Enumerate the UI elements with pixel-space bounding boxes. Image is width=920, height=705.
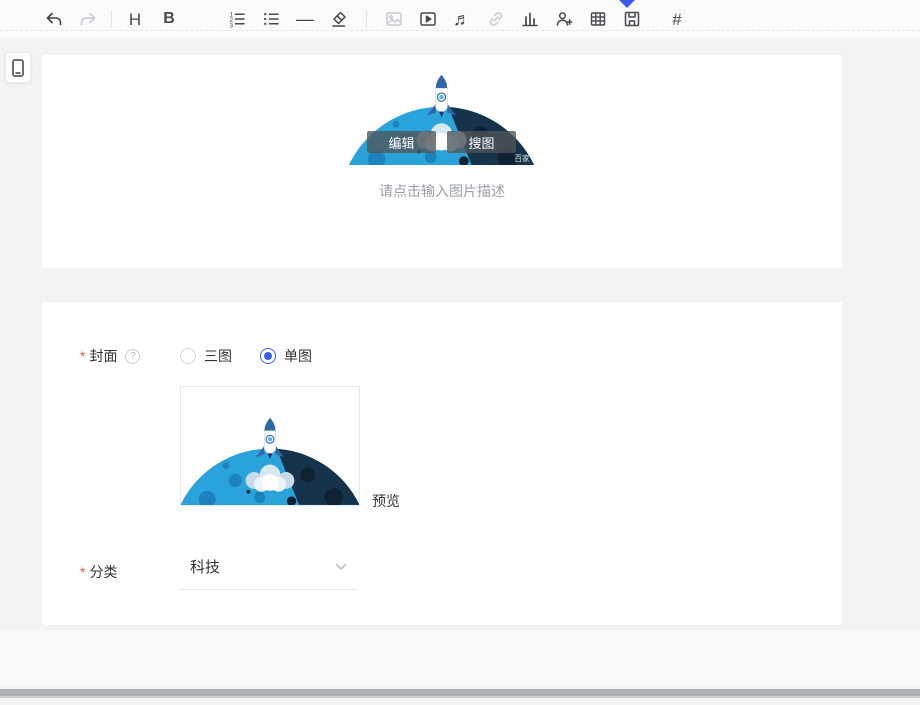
- eraser-icon: [332, 11, 346, 27]
- insert-image-button[interactable]: [377, 2, 411, 36]
- music-icon: ♬: [453, 9, 471, 29]
- insert-chart-button[interactable]: [513, 2, 547, 36]
- cover-label-text: 封面: [89, 348, 118, 364]
- insert-table-button[interactable]: [581, 2, 615, 36]
- cover-type-radios: 三图 单图: [180, 346, 312, 366]
- image-watermark: 百家: [514, 153, 530, 163]
- chevron-down-icon: [335, 563, 347, 570]
- radio-single-image[interactable]: 单图: [260, 346, 312, 366]
- category-selected-value: 科技: [190, 559, 221, 576]
- required-asterisk: *: [80, 348, 86, 364]
- mention-user-icon: [556, 12, 573, 26]
- mobile-phone-icon: [12, 58, 24, 77]
- image-search-button[interactable]: 搜图: [447, 131, 516, 153]
- category-field-label: * 分类: [80, 562, 117, 582]
- horizontal-rule-button[interactable]: —: [288, 2, 322, 36]
- heading-button[interactable]: H: [118, 2, 152, 36]
- image-caption-placeholder[interactable]: 请点击输入图片描述: [42, 181, 842, 201]
- cover-preview-link[interactable]: 预览: [372, 491, 400, 511]
- chart-icon: [522, 12, 538, 27]
- radio-three-images[interactable]: 三图: [180, 346, 232, 366]
- video-icon: [420, 12, 436, 26]
- unordered-list-icon: [264, 13, 279, 25]
- rocket-illustration-thumb: [181, 411, 359, 505]
- cover-field-label: * 封面 ?: [80, 346, 141, 366]
- radio-circle-icon: [260, 348, 276, 364]
- toolbar-separator: [111, 10, 112, 28]
- toolbar-separator: [366, 10, 367, 28]
- insert-link-button[interactable]: [479, 2, 513, 36]
- eraser-button[interactable]: [322, 2, 356, 36]
- category-select[interactable]: 科技: [180, 550, 357, 590]
- publish-footer-bar: 回到顶部 字数 460 今天您还能发5篇内容 发 布 定时发布 存草稿 预 览: [0, 630, 920, 687]
- image-actions: 编辑 搜图: [347, 131, 536, 153]
- image-edit-button[interactable]: 编辑: [367, 131, 436, 153]
- hashtag-icon: #: [672, 9, 682, 29]
- radio-label: 单图: [284, 348, 312, 364]
- cover-thumbnail[interactable]: [180, 386, 360, 506]
- publish-settings-card: * 封面 ? 三图 单图 预览 * 分类 科技: [42, 302, 842, 625]
- category-label-text: 分类: [89, 564, 118, 580]
- mobile-preview-button[interactable]: [5, 52, 31, 83]
- editor-card: 百家 编辑 搜图 请点击输入图片描述: [42, 55, 842, 268]
- question-mark-icon[interactable]: ?: [125, 348, 141, 364]
- editor-toolbar: H B “ 123 — ♬ #: [0, 0, 920, 38]
- blockquote-button[interactable]: “: [186, 2, 220, 36]
- bold-button[interactable]: B: [152, 2, 186, 36]
- ordered-list-icon: 123: [230, 12, 245, 29]
- svg-text:3: 3: [230, 24, 234, 29]
- undo-button[interactable]: [37, 2, 71, 36]
- blockquote-icon: “: [195, 12, 210, 26]
- heading-icon: H: [128, 9, 142, 29]
- hashtag-topic-button[interactable]: #: [660, 2, 694, 36]
- window-bottom-edge: [0, 689, 920, 698]
- horizontal-rule-icon: —: [296, 9, 314, 29]
- unordered-list-button[interactable]: [254, 2, 288, 36]
- mention-user-button[interactable]: [547, 2, 581, 36]
- insert-video-button[interactable]: [411, 2, 445, 36]
- link-icon: [489, 12, 503, 26]
- insert-music-button[interactable]: ♬: [445, 2, 479, 36]
- required-asterisk: *: [80, 564, 86, 580]
- save-icon: [624, 11, 640, 27]
- redo-button[interactable]: [71, 2, 105, 36]
- ordered-list-button[interactable]: 123: [220, 2, 254, 36]
- undo-icon: [46, 12, 62, 26]
- caret-pointer-icon: [619, 0, 635, 8]
- radio-label: 三图: [204, 348, 232, 364]
- article-image[interactable]: 百家 编辑 搜图: [347, 68, 536, 165]
- redo-icon: [80, 12, 96, 26]
- radio-circle-icon: [180, 348, 196, 364]
- bold-icon: B: [163, 10, 175, 27]
- table-icon: [590, 12, 606, 26]
- image-icon: [386, 12, 402, 26]
